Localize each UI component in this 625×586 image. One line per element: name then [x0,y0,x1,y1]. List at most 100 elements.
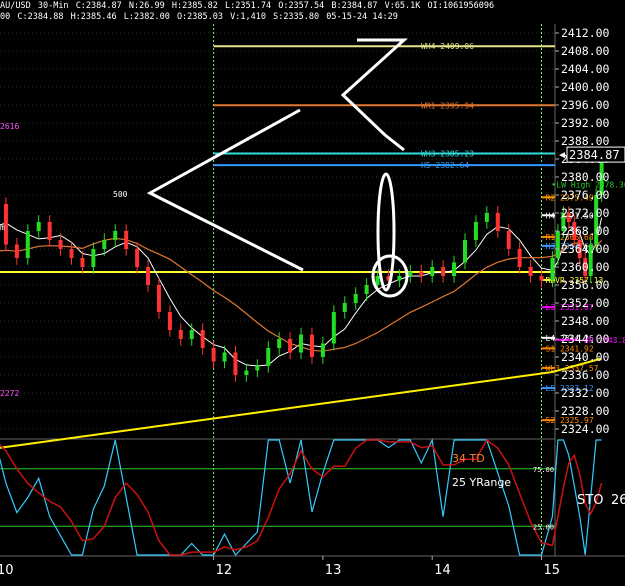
price-bar-body [517,249,522,267]
y-tick-label: 2380.00 [561,170,610,184]
left-edge-label: 2272 [0,389,19,398]
price-bar-body [539,276,544,281]
price-bars [3,148,604,382]
price-bar-body [266,348,271,366]
sto-value: 26. [611,493,625,508]
y-tick-label: 2360.00 [561,260,610,274]
price-bar-body [441,267,446,276]
y-tick-label: 2352.00 [561,296,610,310]
osc-tick-label: 75.00 [533,466,554,474]
price-bar-body [419,271,424,276]
price-bar-body [277,339,282,348]
price-bar-body [146,267,151,285]
left-edge-tag: m [0,223,5,232]
drawing-annotations: 500 [113,38,409,298]
price-bar-body [244,370,249,375]
price-axis: 2412.00 2408.00 2404.00 2400.00 2396.00 2392.… [555,26,625,436]
y-tick-label: 2336.00 [561,368,610,382]
pivot-level-label: H5 2382.64 [421,161,469,170]
drawing-chevron [146,108,304,272]
price-bar-body [102,240,107,249]
pivot-levels: WH4 2409.06 WR1 2395.94 WH3 2385.23 H5 2382… [0,42,625,425]
price-bar-body [528,267,533,276]
price-bar-body [124,231,129,249]
price-bar-body [495,213,500,231]
y-tick-label: 2340.00 [561,350,610,364]
price-bar-body [200,330,205,348]
y-tick-label: 2412.00 [561,26,610,40]
pivot-level-label: WR1 2395.94 [421,101,474,110]
x-tick-label: 13 [325,563,342,578]
y-tick-label: 2324.00 [561,422,610,436]
osc-tick-label: 25.00 [533,523,554,531]
td-label: 34 TD [452,452,485,465]
price-bar-body [320,343,325,357]
y-tick-label: 2332.00 [561,386,610,400]
y-tick-label: 2348.00 [561,314,610,328]
y-tick-label: 2328.00 [561,404,610,418]
y-tick-label: 2364.00 [561,242,610,256]
sto-signal-line [0,438,603,556]
oscillator-panel: 75.00 25.00 [0,437,603,557]
price-bar-body [397,276,402,281]
price-bar-body [353,294,358,303]
pivot-level-label: WH4 2409.06 [421,42,474,51]
price-bar-body [69,249,74,258]
price-bar-body [113,231,118,240]
price-bar-body [14,244,19,258]
y-tick-label: 2372.00 [561,206,610,220]
price-bar-body [555,231,560,258]
price-bar-body [255,366,260,371]
price-bar-body [309,334,314,357]
price-bar-body [430,267,435,276]
price-bar-body [288,339,293,353]
panel-frames [0,24,625,557]
sto-label: STO [577,493,603,508]
sto-line [0,437,602,557]
price-bar-body [375,276,380,285]
last-price-label: 2384.87 [569,148,620,162]
price-bar-body [36,222,41,231]
y-tick-label: 2408.00 [561,44,610,58]
price-bar-body [484,213,489,222]
y-tick-label: 2388.00 [561,134,610,148]
price-bar-body [331,312,336,344]
price-bar-body [167,312,172,330]
wave-label: 500 [113,190,128,199]
y-tick-label: 2368.00 [561,224,610,238]
price-bar-body [156,285,161,312]
y-tick-label: 2356.00 [561,278,610,292]
price-bar-body [462,240,467,263]
price-bar-body [506,231,511,249]
price-chart[interactable]: WH4 2409.06 WR1 2395.94 WH3 2385.23 H5 2382… [0,0,625,586]
x-tick-label: 14 [434,563,451,578]
indicator-labels: 2616 2272 m 34 TD 25 YRange STO 26. [0,122,625,508]
price-bar-body [211,348,216,362]
left-edge-label: 2616 [0,122,19,131]
price-bar-body [299,334,304,353]
price-bar-body [342,303,347,312]
x-tick-label: 15 [544,563,561,578]
price-bar-body [80,258,85,267]
y-tick-label: 2400.00 [561,80,610,94]
y-tick-label: 2404.00 [561,62,610,76]
y-tick-label: 2344.00 [561,332,610,346]
price-bar-body [91,249,96,267]
pivot-level-label: WH3 2385.23 [421,149,474,158]
price-bar-body [222,352,227,362]
price-bar-body [58,240,63,249]
price-bar-body [189,330,194,339]
price-bar-body [233,352,238,375]
price-bar-body [550,258,555,281]
price-bar-body [47,222,52,240]
price-bar-body [452,262,457,276]
price-bar-body [364,285,369,294]
price-bar-body [408,271,413,276]
x-tick-label: 12 [216,563,233,578]
time-axis: 10121314151617 [0,556,561,578]
yrange-label: 25 YRange [452,476,511,489]
y-tick-label: 2396.00 [561,98,610,112]
drawing-zigzag-upper [340,38,408,152]
y-tick-label: 2392.00 [561,116,610,130]
y-tick-label: 2376.00 [561,188,610,202]
